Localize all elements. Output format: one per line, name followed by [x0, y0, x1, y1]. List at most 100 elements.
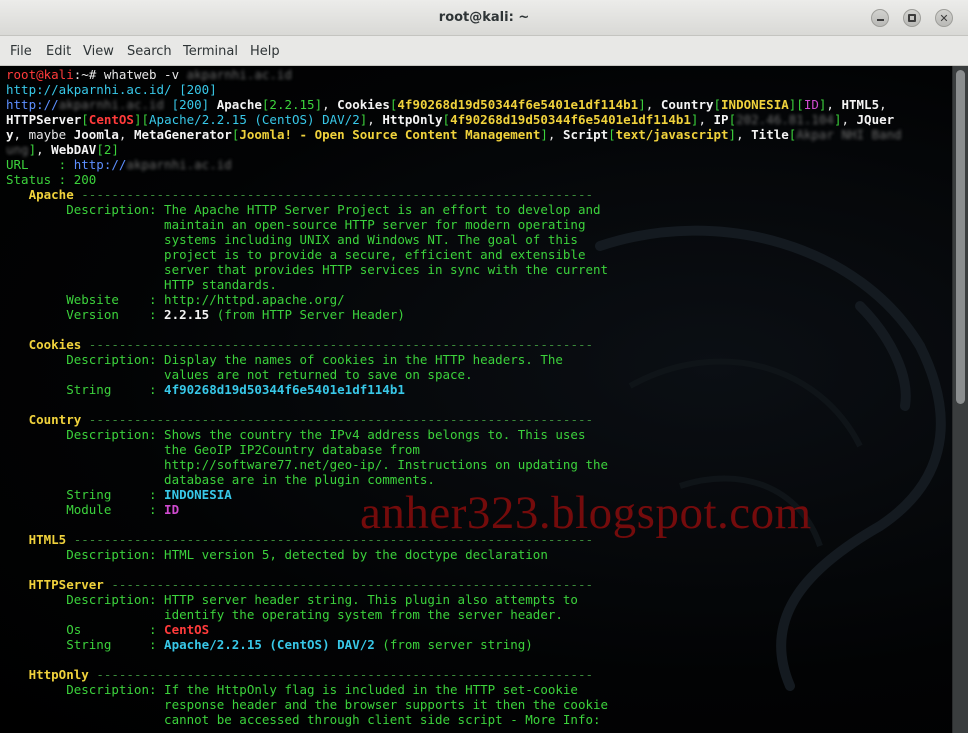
redacted-text: ung	[6, 142, 29, 157]
terminal-text: Status : 200	[6, 172, 97, 187]
scrollbar[interactable]	[952, 66, 968, 733]
menu-edit[interactable]: Edit	[46, 44, 71, 59]
terminal-line: String : INDONESIA	[6, 487, 952, 502]
terminal-text: :~# whatweb -v	[73, 67, 187, 82]
terminal-text: HTTP standards.	[6, 277, 277, 292]
terminal-text: Joomla! - Open Source Content Management	[239, 127, 541, 142]
terminal-line: database are in the plugin comments.	[6, 472, 952, 487]
terminal-text: Apache/2.2.15 (CentOS) DAV/2	[164, 637, 375, 652]
terminal-text: INDONESIA	[721, 97, 789, 112]
terminal-line: Status : 200	[6, 172, 952, 187]
terminal-text: ,	[841, 112, 857, 127]
terminal-text: [	[442, 112, 451, 127]
terminal-line: HttpOnly -------------------------------…	[6, 667, 952, 682]
terminal-line: Module : ID	[6, 502, 952, 517]
close-button[interactable]: ✕	[935, 9, 953, 27]
terminal-text: INDONESIA	[164, 487, 232, 502]
terminal-text: cannot be accessed through client side s…	[6, 712, 601, 727]
terminal-text: HTML5	[6, 532, 74, 547]
terminal-text: Description: The Apache HTTP Server Proj…	[6, 202, 601, 217]
terminal-text: [	[713, 97, 722, 112]
terminal-line: Description: Display the names of cookie…	[6, 352, 952, 367]
terminal-text: 4f90268d19d50344f6e5401e1df114b1	[164, 382, 405, 397]
terminal-text: Title	[751, 127, 789, 142]
title-bar[interactable]: root@kali: ~ ✕	[0, 0, 968, 36]
redacted-text: akparnhi.ac.id	[126, 157, 232, 172]
terminal-line: URL : http://akparnhi.ac.id	[6, 157, 952, 172]
terminal-line: String : 4f90268d19d50344f6e5401e1df114b…	[6, 382, 952, 397]
terminal-text: text/javascript	[615, 127, 729, 142]
terminal-line: HTML5 ----------------------------------…	[6, 532, 952, 547]
terminal-text: ]	[638, 97, 646, 112]
terminal-text: Module :	[6, 502, 165, 517]
terminal-line: identify the operating system from the s…	[6, 607, 952, 622]
menu-search[interactable]: Search	[127, 44, 172, 59]
terminal-text: HTML5	[841, 97, 880, 112]
terminal-text: Description: HTML version 5, detected by…	[6, 547, 548, 562]
terminal-line: HTTP standards.	[6, 277, 952, 292]
terminal-line: HTTPServer -----------------------------…	[6, 577, 952, 592]
terminal-line: y, maybe Joomla, MetaGenerator [Joomla! -…	[6, 127, 952, 142]
terminal-text: ----------------------------------------…	[111, 577, 593, 592]
terminal-text: 4f90268d19d50344f6e5401e1df114b1	[450, 112, 691, 127]
terminal-text: , maybe	[13, 127, 74, 142]
terminal-text: ID	[164, 502, 180, 517]
terminal-text: HttpOnly	[6, 667, 97, 682]
scrollbar-thumb[interactable]	[956, 70, 965, 404]
menu-help[interactable]: Help	[250, 44, 280, 59]
terminal-text: Cookies	[6, 337, 89, 352]
terminal-text: MetaGenerator	[133, 127, 232, 142]
terminal-line: cannot be accessed through client side s…	[6, 712, 952, 727]
terminal-text: ]	[728, 127, 737, 142]
terminal-line: the GeoIP IP2Country database from	[6, 442, 952, 457]
terminal-text: http://	[6, 97, 59, 112]
terminal-text: ,	[367, 112, 383, 127]
terminal-text: ,	[879, 97, 887, 112]
terminal-text: http://akparnhi.ac.id/ [200]	[6, 82, 217, 97]
menu-file[interactable]: File	[10, 44, 32, 59]
terminal-text: String :	[6, 487, 165, 502]
terminal-text: Version :	[6, 307, 165, 322]
minimize-button[interactable]	[871, 9, 889, 27]
terminal-text: ,	[36, 142, 52, 157]
terminal-text: ,	[322, 97, 338, 112]
menu-terminal[interactable]: Terminal	[183, 44, 238, 59]
terminal-line: Description: HTML version 5, detected by…	[6, 547, 952, 562]
terminal-line: Os : CentOS	[6, 622, 952, 637]
terminal-line: systems including UNIX and Windows NT. T…	[6, 232, 952, 247]
terminal-text: ,	[698, 112, 714, 127]
terminal-text: ]	[111, 142, 119, 157]
terminal-text: Description: HTTP server header string. …	[6, 592, 578, 607]
terminal-text: Website : http://httpd.apache.org/	[6, 292, 345, 307]
terminal-text: ]	[28, 142, 37, 157]
maximize-button[interactable]	[903, 9, 921, 27]
terminal-text: JQuer	[856, 112, 895, 127]
terminal-text: ][	[133, 112, 150, 127]
terminal-text: http://software77.net/geo-ip/. Instructi…	[6, 457, 609, 472]
terminal-text: ,	[547, 127, 563, 142]
terminal-text: ----------------------------------------…	[88, 337, 594, 352]
terminal-line: Country --------------------------------…	[6, 412, 952, 427]
terminal-text: the GeoIP IP2Country database from	[6, 442, 420, 457]
terminal-text: Description: If the HttpOnly flag is inc…	[6, 682, 578, 697]
terminal-window: root@kali: ~ ✕ File Edit View Search Ter…	[0, 0, 968, 733]
terminal-text: Os :	[6, 622, 165, 637]
terminal-line: ung], WebDAV[2]	[6, 142, 952, 157]
terminal-line: http://akparnhi.ac.id/ [200]	[6, 82, 952, 97]
terminal-text: identify the operating system from the s…	[6, 607, 563, 622]
terminal-line: Cookies --------------------------------…	[6, 337, 952, 352]
terminal-text: HTTPServer	[6, 112, 82, 127]
terminal-text: y	[6, 127, 14, 142]
redacted-text: Akpar NHI Band	[796, 127, 902, 142]
terminal-text: URL :	[6, 157, 74, 172]
terminal-line: values are not returned to save on space…	[6, 367, 952, 382]
terminal-area[interactable]: anher323.blogspot.com root@kali:~# whatw…	[0, 66, 952, 733]
terminal-text: ID	[803, 97, 819, 112]
menu-view[interactable]: View	[83, 44, 114, 59]
terminal-text: ,	[645, 97, 661, 112]
terminal-line: http://akparnhi.ac.id [200] Apache [2.2.1…	[6, 97, 952, 112]
terminal-text: server that provides HTTP services in sy…	[6, 262, 609, 277]
terminal-text: project is to provide a secure, efficien…	[6, 247, 586, 262]
window-title: root@kali: ~	[438, 10, 530, 25]
